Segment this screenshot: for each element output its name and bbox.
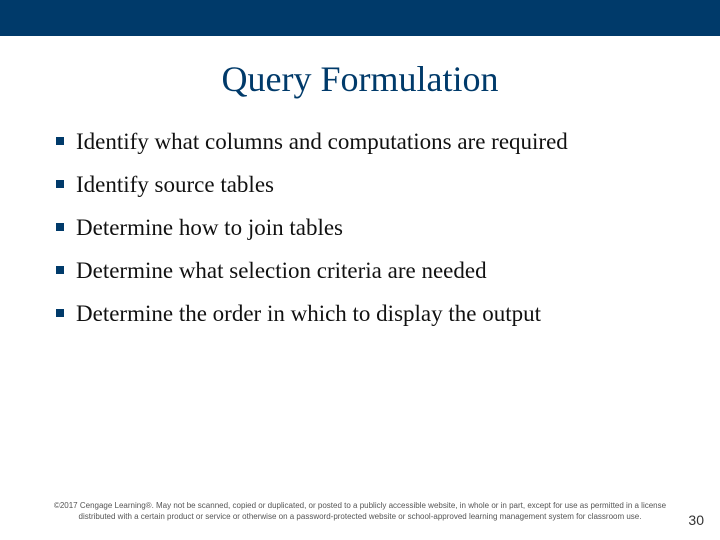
- content-area: Identify what columns and computations a…: [0, 126, 720, 329]
- bullet-icon: [56, 309, 64, 317]
- slide-title: Query Formulation: [0, 58, 720, 100]
- bullet-icon: [56, 137, 64, 145]
- bullet-icon: [56, 266, 64, 274]
- footer: ©2017 Cengage Learning®. May not be scan…: [0, 501, 720, 522]
- list-item: Determine how to join tables: [56, 212, 672, 243]
- bullet-text: Determine the order in which to display …: [76, 298, 541, 329]
- header-bar: [0, 0, 720, 36]
- list-item: Identify what columns and computations a…: [56, 126, 672, 157]
- bullet-icon: [56, 223, 64, 231]
- bullet-icon: [56, 180, 64, 188]
- list-item: Determine what selection criteria are ne…: [56, 255, 672, 286]
- bullet-text: Identify what columns and computations a…: [76, 126, 568, 157]
- slide: Query Formulation Identify what columns …: [0, 0, 720, 540]
- bullet-text: Identify source tables: [76, 169, 274, 200]
- copyright-text: ©2017 Cengage Learning®. May not be scan…: [48, 501, 672, 522]
- list-item: Determine the order in which to display …: [56, 298, 672, 329]
- page-number: 30: [688, 512, 704, 528]
- list-item: Identify source tables: [56, 169, 672, 200]
- bullet-text: Determine how to join tables: [76, 212, 343, 243]
- bullet-text: Determine what selection criteria are ne…: [76, 255, 487, 286]
